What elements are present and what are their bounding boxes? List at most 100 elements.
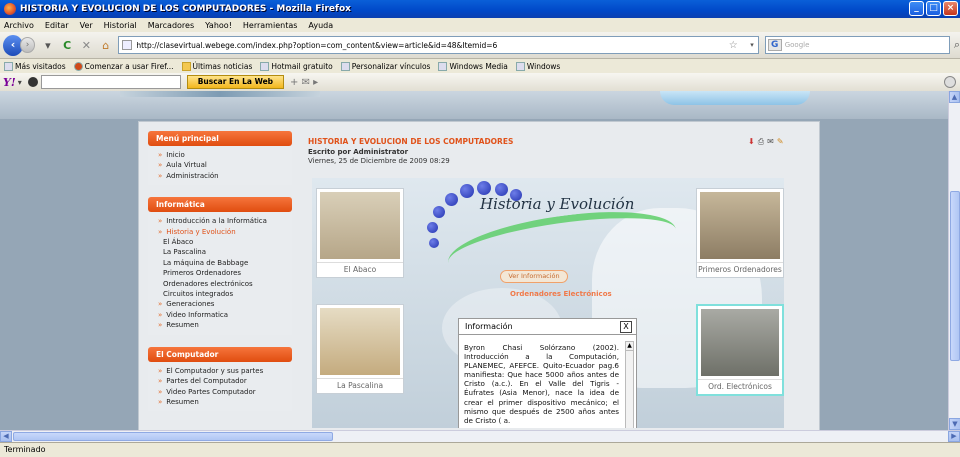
- menu-item-label: Video Informatica: [166, 310, 229, 319]
- menu-item-administracion[interactable]: » Administración: [158, 171, 292, 181]
- bookmark-ultimas-noticias[interactable]: Últimas noticias: [181, 61, 253, 71]
- status-text: Terminado: [4, 445, 46, 454]
- thumb-la-pascalina[interactable]: La Pascalina: [316, 304, 404, 394]
- decor-dot: [427, 222, 438, 233]
- info-close-button[interactable]: X: [620, 321, 632, 333]
- info-scrollbar[interactable]: ▲: [625, 341, 634, 428]
- thumb-caption: Primeros Ordenadores: [697, 262, 783, 277]
- submenu-item-electronicos[interactable]: Ordenadores electrónicos: [158, 279, 292, 289]
- minimize-button[interactable]: _: [909, 1, 924, 16]
- url-bar[interactable]: http://clasevirtual.webege.com/index.php…: [118, 36, 759, 54]
- forward-button[interactable]: ›: [19, 37, 36, 53]
- bookmark-windows[interactable]: Windows: [515, 61, 561, 71]
- yahoo-toolbar: Y! ▾ Buscar En La Web + ✉ ▸: [0, 73, 960, 91]
- maximize-button[interactable]: □: [926, 1, 941, 16]
- bookmark-hotmail[interactable]: Hotmail gratuito: [260, 61, 333, 71]
- menu-item-resumen-computador[interactable]: » Resumen: [158, 397, 292, 407]
- print-icon[interactable]: ⎙: [758, 137, 764, 147]
- scroll-left-arrow-icon[interactable]: ◀: [0, 431, 12, 442]
- primeros-ordenadores-image: [700, 192, 780, 259]
- submenu-item-pascalina[interactable]: La Pascalina: [158, 247, 292, 257]
- bookmark-label: Últimas noticias: [192, 61, 253, 71]
- yahoo-search-input[interactable]: [40, 75, 181, 89]
- bookmarks-toolbar: Más visitados Comenzar a usar Firef... Ú…: [0, 59, 960, 73]
- horizontal-scroll-thumb[interactable]: [13, 432, 333, 441]
- bookmark-windows-media[interactable]: Windows Media: [438, 61, 508, 71]
- email-icon[interactable]: ✉: [767, 137, 774, 147]
- thumb-el-abaco[interactable]: El Abaco: [316, 188, 404, 278]
- menu-item-computador-partes[interactable]: » El Computador y sus partes: [158, 366, 292, 376]
- yahoo-add-icon[interactable]: + ✉ ▸: [290, 77, 318, 88]
- search-icon[interactable]: ⌕: [954, 38, 960, 52]
- menu-item-resumen[interactable]: » Resumen: [158, 320, 292, 330]
- page-icon: [260, 61, 270, 71]
- menu-item-generaciones[interactable]: » Generaciones: [158, 299, 292, 309]
- edit-icon[interactable]: ✎: [777, 137, 784, 147]
- firefox-icon: [4, 3, 16, 15]
- history-dropdown-icon[interactable]: ▾: [41, 39, 54, 52]
- menu-item-aula-virtual[interactable]: » Aula Virtual: [158, 160, 292, 170]
- bookmark-label: Comenzar a usar Firef...: [84, 61, 174, 71]
- ver-informacion-button[interactable]: Ver Información: [500, 270, 568, 283]
- decor-dot: [433, 206, 445, 218]
- scroll-right-arrow-icon[interactable]: ▶: [948, 431, 960, 442]
- menu-editar[interactable]: Editar: [45, 21, 69, 30]
- menu-item-inicio[interactable]: » Inicio: [158, 150, 292, 160]
- vertical-scroll-thumb[interactable]: [950, 191, 960, 361]
- bookmark-label: Hotmail gratuito: [271, 61, 333, 71]
- scroll-up-arrow-icon[interactable]: ▲: [949, 91, 960, 103]
- close-window-button[interactable]: ×: [943, 1, 958, 16]
- home-icon[interactable]: ⌂: [99, 39, 112, 52]
- bookmark-comenzar[interactable]: Comenzar a usar Firef...: [73, 61, 174, 71]
- bookmark-star-icon[interactable]: ☆: [729, 40, 738, 51]
- yahoo-search-button[interactable]: Buscar En La Web: [186, 75, 285, 89]
- bookmark-label: Windows: [526, 61, 561, 71]
- menu-archivo[interactable]: Archivo: [4, 21, 34, 30]
- yahoo-search-icon: [27, 77, 38, 87]
- menu-marcadores[interactable]: Marcadores: [148, 21, 194, 30]
- menu-yahoo[interactable]: Yahoo!: [205, 21, 232, 30]
- reload-icon[interactable]: C: [60, 39, 73, 52]
- info-popup-title: Información: [465, 322, 513, 331]
- menu-item-video-partes[interactable]: » Video Partes Computador: [158, 387, 292, 397]
- article-author: Escrito por Administrator: [308, 148, 409, 156]
- submenu-item-circuitos[interactable]: Circuitos integrados: [158, 289, 292, 299]
- thumb-ord-electronicos[interactable]: Ord. Electrónicos: [696, 304, 784, 396]
- bookmark-label: Windows Media: [449, 61, 508, 71]
- horizontal-scrollbar[interactable]: ◀ ▶: [0, 430, 960, 442]
- google-engine-icon[interactable]: G: [767, 39, 782, 51]
- menu-ver[interactable]: Ver: [80, 21, 93, 30]
- bookmark-mas-visitados[interactable]: Más visitados: [4, 61, 66, 71]
- menu-item-introduccion[interactable]: » Introducción a la Informática: [158, 216, 292, 226]
- menu-item-label: El Computador y sus partes: [166, 366, 264, 375]
- decor-dot: [445, 193, 458, 206]
- url-dropdown-icon[interactable]: ▾: [750, 41, 754, 49]
- scroll-down-arrow-icon[interactable]: ▼: [949, 418, 960, 430]
- thumb-primeros-ordenadores[interactable]: Primeros Ordenadores: [696, 188, 784, 278]
- menu-historial[interactable]: Historial: [104, 21, 137, 30]
- search-input[interactable]: G Google: [764, 36, 950, 54]
- thumb-caption: El Abaco: [317, 262, 403, 277]
- menu-item-video-informatica[interactable]: » Video Informatica: [158, 310, 292, 320]
- vertical-scrollbar[interactable]: ▲ ▼: [948, 91, 960, 430]
- article-header: HISTORIA Y EVOLUCION DE LOS COMPUTADORES…: [308, 137, 808, 165]
- submenu-item-primeros[interactable]: Primeros Ordenadores: [158, 268, 292, 278]
- pdf-icon[interactable]: ⬇: [748, 137, 755, 147]
- menu-ayuda[interactable]: Ayuda: [308, 21, 333, 30]
- submenu-item-abaco[interactable]: El Ábaco: [158, 237, 292, 247]
- scroll-up-icon[interactable]: ▲: [626, 342, 633, 351]
- page-favicon-icon: [122, 40, 133, 50]
- yahoo-settings-icon[interactable]: [944, 76, 956, 88]
- rss-folder-icon: [181, 61, 191, 71]
- status-bar: Terminado: [0, 442, 960, 457]
- menu-herramientas[interactable]: Herramientas: [243, 21, 298, 30]
- yahoo-logo[interactable]: Y!: [3, 76, 16, 89]
- current-section-label: Ordenadores Electrónicos: [510, 290, 612, 298]
- stop-icon[interactable]: ✕: [80, 39, 93, 52]
- thumb-caption: La Pascalina: [317, 378, 403, 393]
- menu-item-partes-computador[interactable]: » Partes del Computador: [158, 376, 292, 386]
- yahoo-dropdown-icon[interactable]: ▾: [18, 78, 22, 87]
- submenu-item-babbage[interactable]: La máquina de Babbage: [158, 258, 292, 268]
- menu-item-historia[interactable]: » Historia y Evolución: [158, 227, 292, 237]
- bookmark-personalizar[interactable]: Personalizar vínculos: [340, 61, 430, 71]
